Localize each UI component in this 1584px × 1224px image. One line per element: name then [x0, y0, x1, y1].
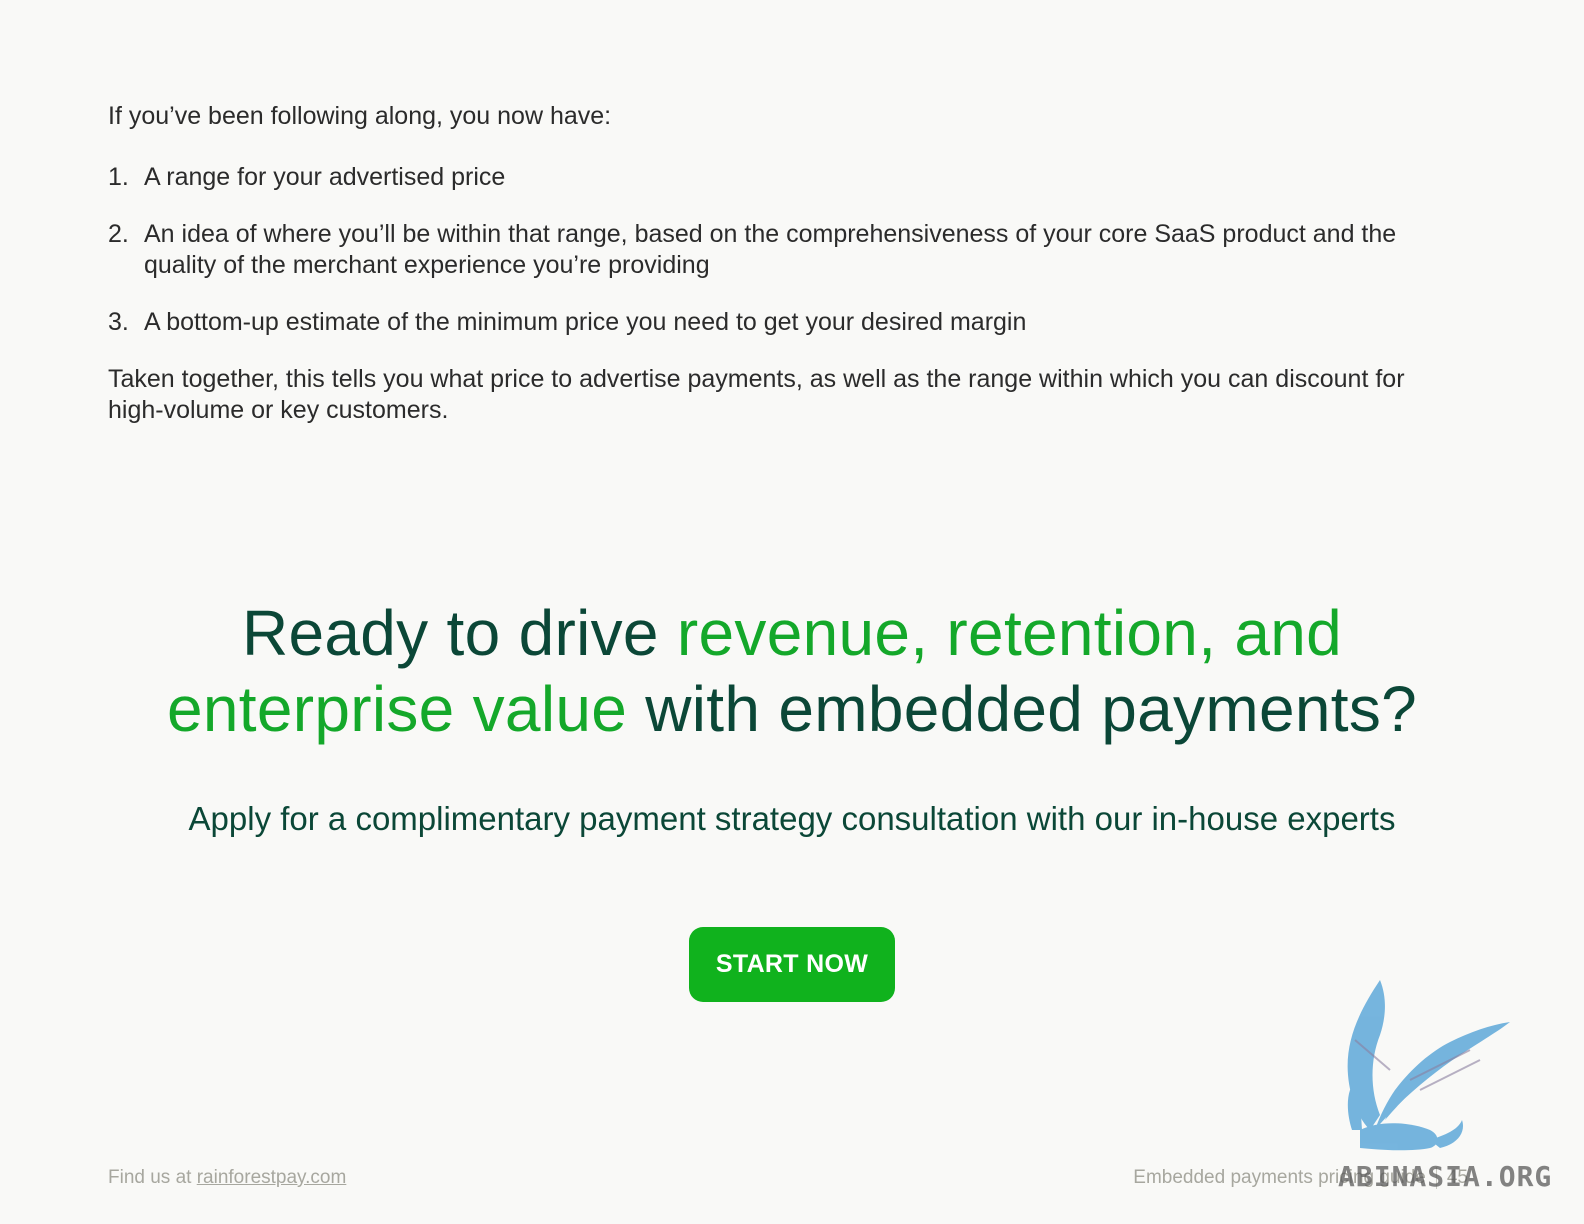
intro-text: If you’ve been following along, you now … — [108, 102, 612, 130]
griffin-logo-icon — [1347, 980, 1510, 1151]
footer-contact: Find us at rainforestpay.com — [108, 1167, 346, 1189]
headline-accent-2: enterprise value — [166, 673, 628, 745]
footer-find-prefix: Find us at — [108, 1167, 197, 1188]
watermark-text: ABINASIA.ORG — [1338, 1160, 1553, 1193]
list-number: 1. — [108, 163, 129, 191]
headline-accent-1: revenue, retention, and — [676, 597, 1343, 669]
summary-text: Taken together, this tells you what pric… — [108, 365, 1405, 424]
list-item-text: An idea of where you’ll be within that r… — [144, 220, 1397, 279]
list-item: 3. A bottom-up estimate of the minimum p… — [108, 307, 1468, 338]
cta-headline: Ready to drive revenue, retention, and en… — [40, 595, 1544, 747]
list-number: 2. — [108, 220, 129, 248]
list-item-text: A bottom-up estimate of the minimum pric… — [144, 308, 1027, 336]
steps-list: 1. A range for your advertised price 2. … — [108, 162, 1468, 338]
list-item: 2. An idea of where you’ll be within tha… — [108, 219, 1468, 281]
list-number: 3. — [108, 308, 129, 336]
start-now-button[interactable]: START NOW — [689, 927, 895, 1002]
footer-site-link[interactable]: rainforestpay.com — [197, 1167, 347, 1188]
list-item: 1. A range for your advertised price — [108, 162, 1468, 193]
headline-part-1: Ready to drive — [241, 597, 677, 669]
headline-part-2: with embedded payments? — [627, 673, 1418, 745]
list-item-text: A range for your advertised price — [144, 163, 506, 191]
cta-subheading: Apply for a complimentary payment strate… — [188, 800, 1396, 837]
